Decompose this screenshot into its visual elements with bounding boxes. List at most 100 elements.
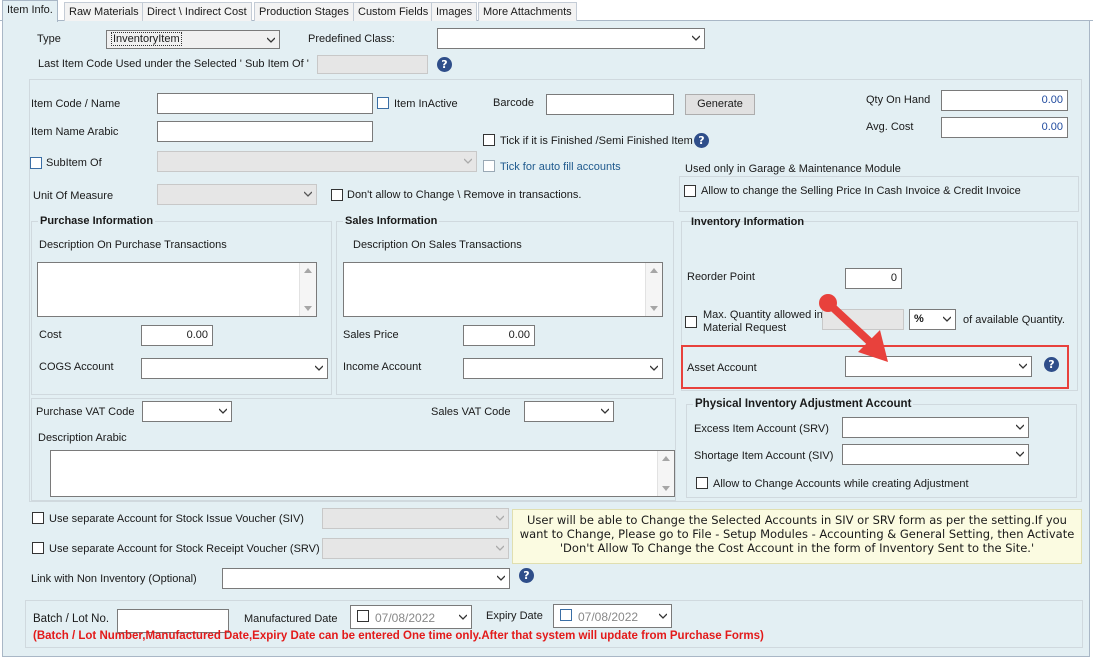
excess-account-label: Excess Item Account (SRV)	[694, 423, 829, 435]
chevron-down-icon	[464, 157, 472, 165]
account-change-note: User will be able to Change the Selected…	[512, 509, 1082, 564]
batch-lot-label: Batch / Lot No.	[33, 613, 110, 625]
tab-direct-indirect-cost[interactable]: Direct \ Indirect Cost	[142, 2, 252, 21]
red-arrow-icon	[819, 294, 888, 362]
subitem-select[interactable]	[157, 151, 477, 172]
expiry-date-checkbox[interactable]	[560, 609, 572, 621]
sales-price-label: Sales Price	[343, 329, 399, 341]
dont-allow-change-checkbox[interactable]	[331, 189, 343, 201]
cost-input[interactable]: 0.00	[141, 325, 213, 346]
expiry-date-picker[interactable]: 07/08/2022	[553, 604, 672, 628]
siv-checkbox[interactable]	[32, 512, 44, 524]
help-icon[interactable]: ?	[694, 133, 709, 148]
uom-select[interactable]	[157, 184, 317, 205]
avg-cost-field[interactable]: 0.00	[941, 117, 1068, 138]
tab-custom-fields[interactable]: Custom Fields	[353, 2, 434, 21]
type-label: Type	[37, 33, 61, 45]
last-code-field	[317, 55, 428, 74]
scroll-down-icon	[304, 306, 312, 311]
allow-change-accounts-checkbox[interactable]	[696, 477, 708, 489]
available-qty-label: of available Quantity.	[963, 314, 1065, 326]
cogs-account-select[interactable]	[141, 358, 328, 379]
chevron-down-icon	[497, 574, 505, 582]
chevron-down-icon	[219, 407, 227, 415]
item-inactive-checkbox[interactable]	[377, 97, 389, 109]
chevron-down-icon	[315, 364, 323, 372]
income-account-select[interactable]	[463, 358, 663, 379]
manufactured-date-checkbox[interactable]	[357, 610, 369, 622]
srv-label: Use separate Account for Stock Receipt V…	[49, 543, 320, 555]
srv-account-select[interactable]	[322, 538, 509, 559]
barcode-input[interactable]	[546, 94, 674, 115]
batch-warning-text: (Batch / Lot Number,Manufactured Date,Ex…	[33, 630, 764, 642]
tab-raw-materials[interactable]: Raw Materials	[64, 2, 144, 21]
srv-checkbox[interactable]	[32, 542, 44, 554]
purchase-info-title: Purchase Information	[38, 215, 156, 228]
help-icon[interactable]: ?	[1044, 357, 1059, 372]
chevron-down-icon	[1016, 450, 1024, 458]
purchase-vat-select[interactable]	[142, 401, 232, 422]
percent-select[interactable]: %	[909, 309, 956, 330]
sales-vat-label: Sales VAT Code	[431, 406, 511, 418]
manufactured-date-label: Manufactured Date	[244, 613, 338, 625]
excess-account-select[interactable]	[842, 417, 1029, 438]
predefined-class-select[interactable]	[437, 28, 705, 49]
percent-value: %	[914, 313, 924, 325]
description-arabic-textarea[interactable]	[50, 450, 675, 497]
uom-label: Unit Of Measure	[33, 190, 114, 202]
type-select[interactable]: InventoryItem	[106, 30, 280, 49]
sales-price-input[interactable]: 0.00	[463, 325, 535, 346]
link-non-inventory-select[interactable]	[222, 568, 510, 589]
chevron-down-icon	[1019, 362, 1027, 370]
purchase-vat-label: Purchase VAT Code	[36, 406, 135, 418]
qty-on-hand-label: Qty On Hand	[866, 94, 931, 106]
scroll-up-icon	[662, 456, 670, 461]
allow-selling-price-checkbox[interactable]	[684, 185, 696, 197]
scrollbar[interactable]	[645, 263, 662, 316]
tab-production-stages[interactable]: Production Stages	[254, 2, 354, 21]
auto-fill-checkbox[interactable]	[483, 160, 495, 172]
tab-more-attachments[interactable]: More Attachments	[478, 2, 577, 21]
shortage-account-select[interactable]	[842, 444, 1029, 465]
scrollbar[interactable]	[657, 451, 674, 496]
scrollbar[interactable]	[299, 263, 316, 316]
item-code-input[interactable]	[157, 93, 373, 114]
help-icon[interactable]: ?	[437, 57, 452, 72]
chevron-down-icon	[943, 315, 951, 323]
barcode-label: Barcode	[493, 97, 534, 109]
allow-change-accounts-label: Allow to Change Accounts while creating …	[713, 478, 969, 490]
item-name-arabic-input[interactable]	[157, 121, 373, 142]
tab-images[interactable]: Images	[431, 2, 478, 21]
finished-item-label: Tick if it is Finished /Semi Finished It…	[500, 135, 693, 147]
generate-button[interactable]: Generate	[685, 94, 755, 115]
avg-cost-label: Avg. Cost	[866, 121, 914, 133]
expiry-date-value: 07/08/2022	[578, 610, 639, 624]
purchase-desc-textarea[interactable]	[37, 262, 317, 317]
item-name-arabic-label: Item Name Arabic	[31, 126, 119, 138]
cogs-account-label: COGS Account	[39, 361, 114, 373]
subitem-checkbox[interactable]	[30, 157, 42, 169]
manufactured-date-picker[interactable]: 07/08/2022	[350, 605, 472, 629]
help-icon[interactable]: ?	[519, 568, 534, 583]
manufactured-date-value: 07/08/2022	[375, 611, 436, 625]
chevron-down-icon	[659, 612, 667, 620]
sales-vat-select[interactable]	[524, 401, 614, 422]
tab-strip: Item Info. Raw Materials Direct \ Indire…	[0, 0, 1093, 22]
sales-desc-textarea[interactable]	[343, 262, 663, 317]
tab-item-info[interactable]: Item Info.	[2, 0, 58, 22]
chevron-down-icon	[267, 36, 275, 44]
finished-item-checkbox[interactable]	[483, 134, 495, 146]
siv-account-select[interactable]	[322, 508, 509, 529]
max-qty-label: Max. Quantity allowed in	[703, 309, 823, 321]
chevron-down-icon	[459, 613, 467, 621]
purchase-desc-label: Description On Purchase Transactions	[39, 239, 227, 251]
qty-on-hand-field[interactable]: 0.00	[941, 90, 1068, 111]
reorder-point-input[interactable]: 0	[845, 268, 902, 289]
last-code-label: Last Item Code Used under the Selected '…	[38, 58, 309, 70]
predefined-class-label: Predefined Class:	[308, 33, 395, 45]
chevron-down-icon	[304, 190, 312, 198]
max-qty-checkbox[interactable]	[685, 316, 697, 328]
chevron-down-icon	[692, 34, 700, 42]
inventory-info-title: Inventory Information	[691, 216, 805, 228]
garage-module-title: Used only in Garage & Maintenance Module	[685, 163, 901, 175]
